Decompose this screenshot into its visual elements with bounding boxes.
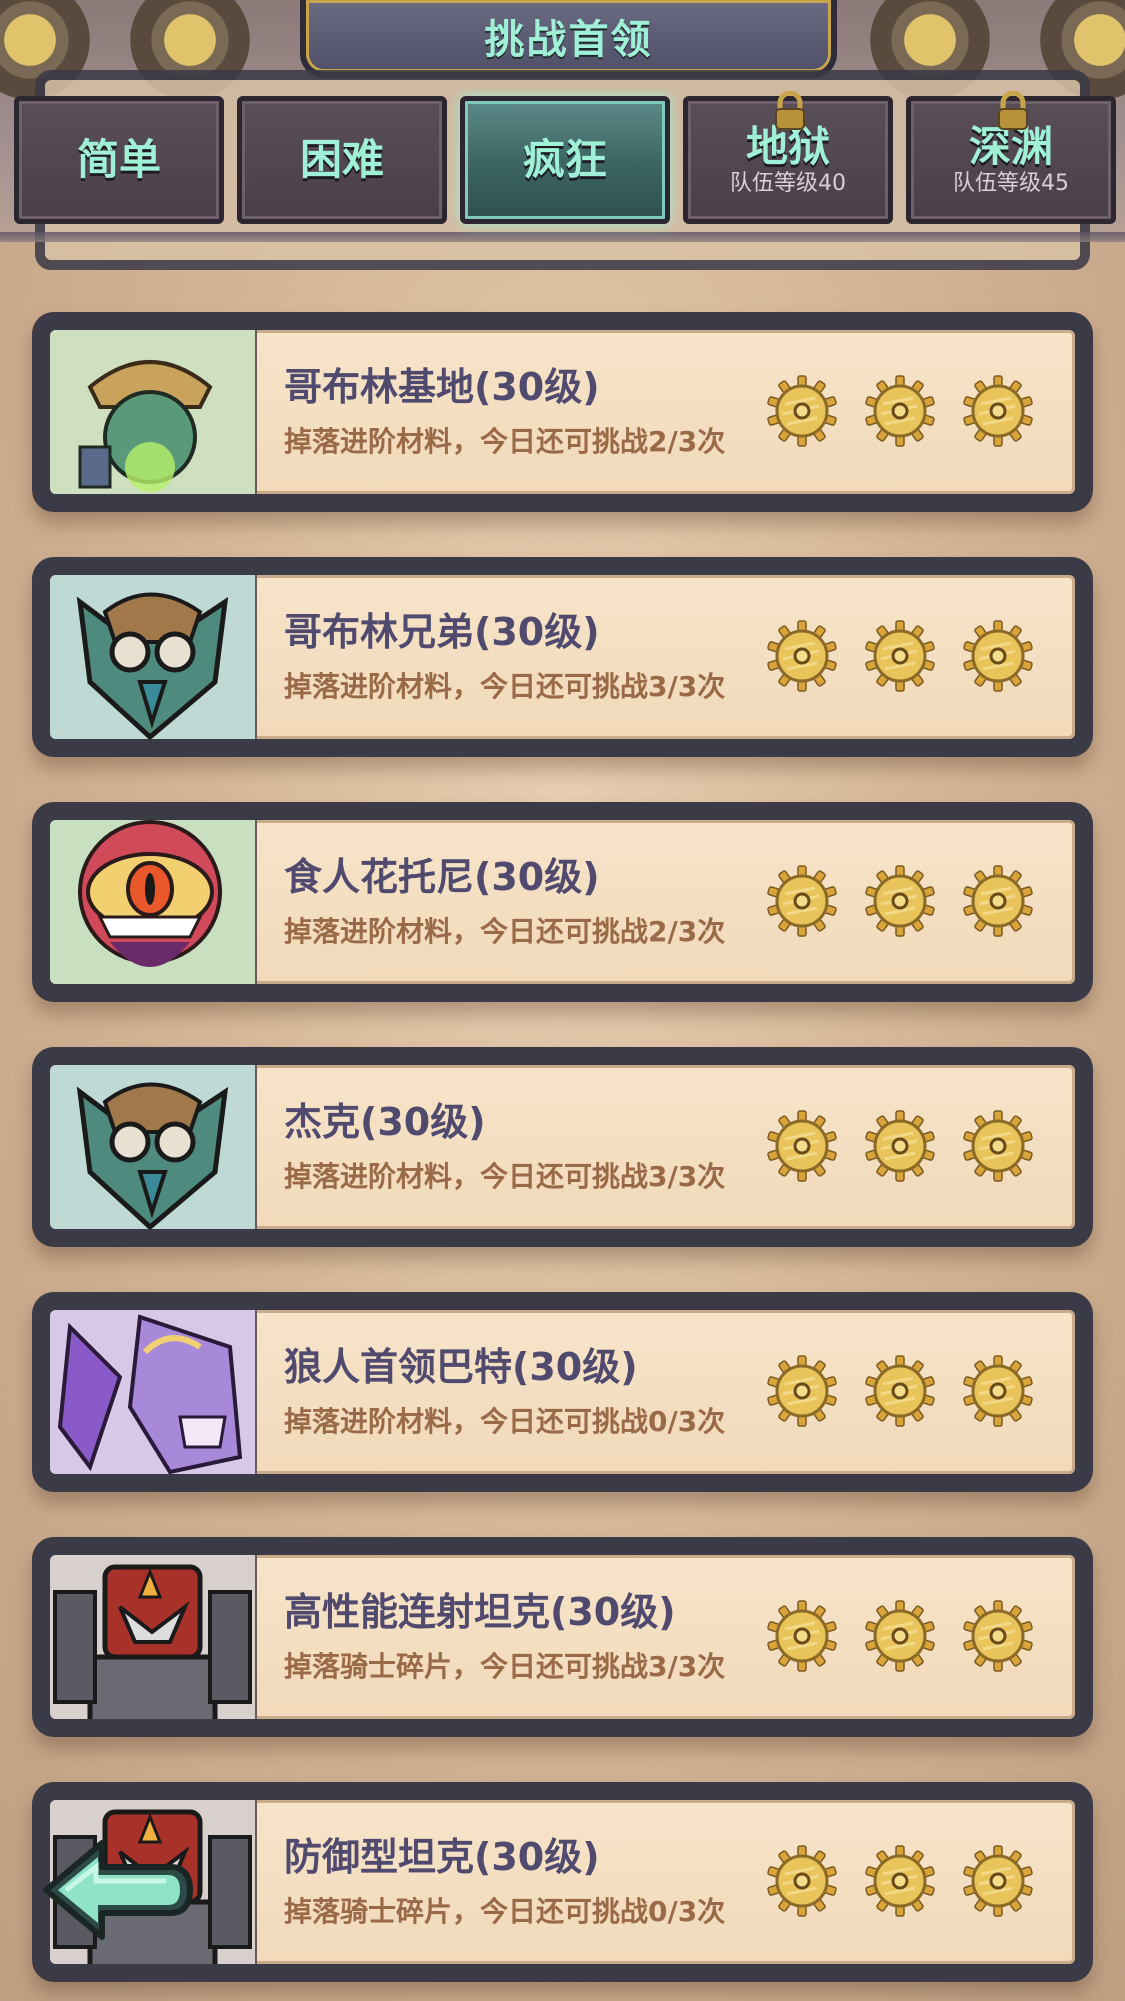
star-rating — [765, 374, 1035, 448]
gear-star-icon — [863, 374, 937, 448]
gear-star-icon — [863, 1599, 937, 1673]
gear-star-icon — [863, 864, 937, 938]
boss-card[interactable]: 狼人首领巴特(30级) 掉落进阶材料，今日还可挑战0/3次 — [32, 1292, 1093, 1492]
boss-card[interactable]: 食人花托尼(30级) 掉落进阶材料，今日还可挑战2/3次 — [32, 802, 1093, 1002]
lock-icon — [998, 91, 1028, 130]
boss-drop-info: 掉落进阶材料，今日还可挑战2/3次 — [284, 915, 726, 948]
boss-name: 食人花托尼(30级) — [284, 855, 600, 899]
gear-star-icon — [765, 1844, 839, 1918]
boss-card-body: 杰克(30级) 掉落进阶材料，今日还可挑战3/3次 — [50, 1065, 1075, 1229]
tab-crazy[interactable]: 疯狂 — [460, 96, 670, 224]
star-rating — [765, 1844, 1035, 1918]
tab-label: 简单 — [76, 135, 161, 184]
star-rating — [765, 1354, 1035, 1428]
tab-easy[interactable]: 简单 — [14, 96, 224, 224]
gear-star-icon — [765, 1599, 839, 1673]
gear-star-icon — [961, 1844, 1035, 1918]
star-rating — [765, 619, 1035, 693]
boss-portrait — [50, 820, 257, 984]
gear-star-icon — [765, 374, 839, 448]
gear-star-icon — [961, 374, 1035, 448]
boss-name: 哥布林基地(30级) — [284, 365, 600, 409]
boss-card-body: 哥布林兄弟(30级) 掉落进阶材料，今日还可挑战3/3次 — [50, 575, 1075, 739]
star-rating — [765, 1109, 1035, 1183]
gear-star-icon — [863, 619, 937, 693]
star-rating — [765, 1599, 1035, 1673]
difficulty-tabs: 简单 困难 疯狂 地狱 队伍等级40 深渊 队伍等级45 — [14, 91, 1116, 228]
boss-name: 防御型坦克(30级) — [284, 1835, 600, 1879]
boss-name: 狼人首领巴特(30级) — [284, 1345, 638, 1389]
star-rating — [765, 864, 1035, 938]
gear-star-icon — [863, 1109, 937, 1183]
boss-drop-info: 掉落进阶材料，今日还可挑战0/3次 — [284, 1405, 726, 1438]
boss-portrait — [50, 575, 257, 739]
boss-card-body: 狼人首领巴特(30级) 掉落进阶材料，今日还可挑战0/3次 — [50, 1310, 1075, 1474]
gear-star-icon — [863, 1354, 937, 1428]
boss-portrait — [50, 1555, 257, 1719]
boss-drop-info: 掉落骑士碎片，今日还可挑战0/3次 — [284, 1895, 726, 1928]
boss-drop-info: 掉落骑士碎片，今日还可挑战3/3次 — [284, 1650, 726, 1683]
boss-drop-info: 掉落进阶材料，今日还可挑战3/3次 — [284, 1160, 726, 1193]
boss-name: 杰克(30级) — [284, 1100, 486, 1144]
boss-drop-info: 掉落进阶材料，今日还可挑战2/3次 — [284, 425, 726, 458]
gear-star-icon — [961, 1599, 1035, 1673]
header-divider — [0, 232, 1125, 242]
gear-star-icon — [961, 1109, 1035, 1183]
lock-icon — [775, 91, 805, 130]
gear-star-icon — [961, 1354, 1035, 1428]
tab-label: 疯狂 — [522, 135, 607, 184]
boss-card-body: 高性能连射坦克(30级) 掉落骑士碎片，今日还可挑战3/3次 — [50, 1555, 1075, 1719]
gear-star-icon — [863, 1844, 937, 1918]
tab-hard[interactable]: 困难 — [237, 96, 447, 224]
gear-star-icon — [961, 864, 1035, 938]
gear-star-icon — [765, 619, 839, 693]
tab-requirement: 队伍等级45 — [953, 171, 1069, 196]
title-plate: 挑战首领 — [300, 0, 837, 78]
boss-card[interactable]: 高性能连射坦克(30级) 掉落骑士碎片，今日还可挑战3/3次 — [32, 1537, 1093, 1737]
page-title: 挑战首领 — [484, 17, 653, 63]
gear-star-icon — [961, 619, 1035, 693]
back-arrow-icon[interactable] — [40, 1835, 195, 1945]
boss-card[interactable]: 哥布林基地(30级) 掉落进阶材料，今日还可挑战2/3次 — [32, 312, 1093, 512]
boss-portrait — [50, 330, 257, 494]
gear-star-icon — [765, 1109, 839, 1183]
tab-requirement: 队伍等级40 — [730, 171, 846, 196]
boss-drop-info: 掉落进阶材料，今日还可挑战3/3次 — [284, 670, 726, 703]
gear-star-icon — [765, 1354, 839, 1428]
tab-hell[interactable]: 地狱 队伍等级40 — [683, 91, 893, 224]
boss-card-body: 食人花托尼(30级) 掉落进阶材料，今日还可挑战2/3次 — [50, 820, 1075, 984]
boss-portrait — [50, 1065, 257, 1229]
boss-card[interactable]: 杰克(30级) 掉落进阶材料，今日还可挑战3/3次 — [32, 1047, 1093, 1247]
boss-card-body: 哥布林基地(30级) 掉落进阶材料，今日还可挑战2/3次 — [50, 330, 1075, 494]
tab-abyss[interactable]: 深渊 队伍等级45 — [906, 91, 1116, 224]
gear-star-icon — [765, 864, 839, 938]
boss-name: 高性能连射坦克(30级) — [284, 1590, 676, 1634]
boss-name: 哥布林兄弟(30级) — [284, 610, 600, 654]
boss-card[interactable]: 哥布林兄弟(30级) 掉落进阶材料，今日还可挑战3/3次 — [32, 557, 1093, 757]
tab-label: 困难 — [299, 135, 384, 184]
boss-portrait — [50, 1310, 257, 1474]
boss-card-body: 防御型坦克(30级) 掉落骑士碎片，今日还可挑战0/3次 — [50, 1800, 1075, 1964]
